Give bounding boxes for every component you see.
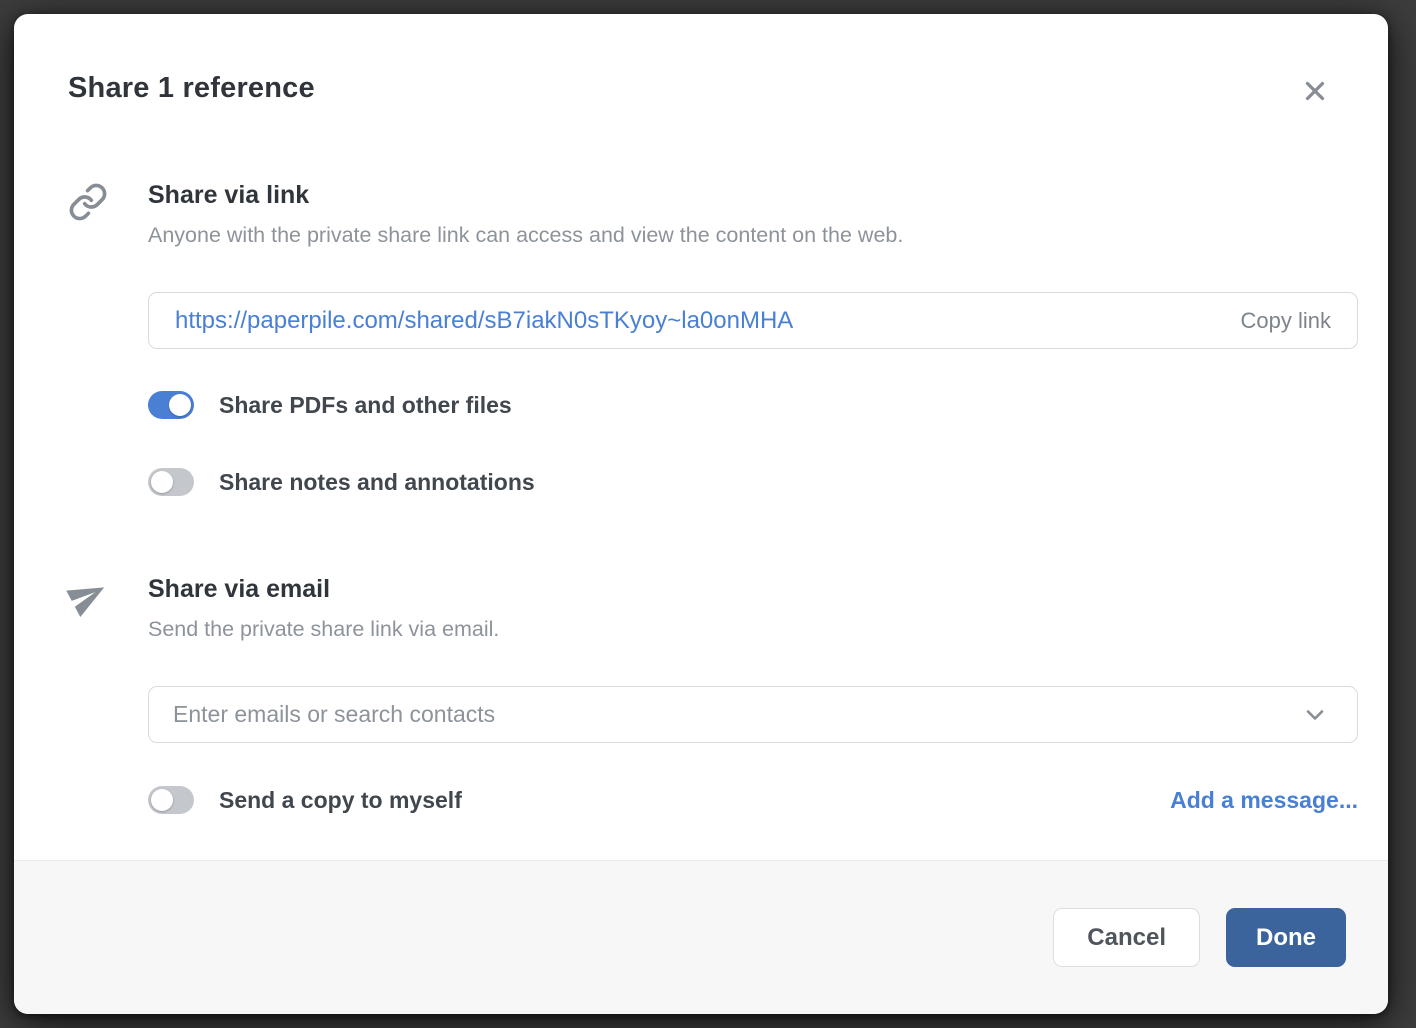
share-pdfs-toggle[interactable] (148, 391, 194, 419)
send-copy-toggle-row: Send a copy to myself Add a message... (148, 786, 1358, 814)
dialog-title: Share 1 reference (68, 72, 315, 105)
toggle-knob (151, 789, 173, 811)
share-pdfs-toggle-label: Share PDFs and other files (219, 392, 512, 419)
share-via-email-description: Send the private share link via email. (148, 615, 1358, 643)
toggle-knob (151, 471, 173, 493)
share-pdfs-toggle-row: Share PDFs and other files (148, 391, 1358, 419)
paper-plane-icon (68, 572, 148, 814)
share-via-email-content: Share via email Send the private share l… (148, 572, 1358, 814)
share-notes-toggle-label: Share notes and annotations (219, 469, 535, 496)
share-notes-toggle[interactable] (148, 468, 194, 496)
toggle-knob (169, 394, 191, 416)
share-link-field: https://paperpile.com/shared/sB7iakN0sTK… (148, 292, 1358, 349)
share-via-link-section: Share via link Anyone with the private s… (14, 178, 1388, 496)
share-notes-toggle-row: Share notes and annotations (148, 468, 1358, 496)
cancel-button[interactable]: Cancel (1053, 908, 1200, 967)
share-via-email-section: Share via email Send the private share l… (14, 572, 1388, 814)
share-link-url[interactable]: https://paperpile.com/shared/sB7iakN0sTK… (175, 307, 1221, 335)
done-button[interactable]: Done (1226, 908, 1346, 967)
dialog-body: Share 1 reference Share via link Anyone … (14, 14, 1388, 860)
chain-link-icon (68, 178, 148, 496)
send-copy-toggle-label: Send a copy to myself (219, 787, 462, 814)
share-via-link-heading: Share via link (148, 178, 1358, 212)
share-dialog: Share 1 reference Share via link Anyone … (14, 14, 1388, 1014)
share-via-link-description: Anyone with the private share link can a… (148, 221, 1358, 249)
send-copy-toggle[interactable] (148, 786, 194, 814)
share-via-email-heading: Share via email (148, 572, 1358, 606)
chevron-down-icon[interactable] (1297, 697, 1333, 733)
dialog-header: Share 1 reference (14, 14, 1388, 108)
dialog-footer: Cancel Done (14, 860, 1388, 1014)
copy-link-button[interactable]: Copy link (1221, 308, 1331, 334)
close-icon[interactable] (1298, 74, 1332, 108)
email-input[interactable] (173, 701, 1297, 728)
email-input-field (148, 686, 1358, 743)
add-message-link[interactable]: Add a message... (1170, 787, 1358, 814)
share-via-link-content: Share via link Anyone with the private s… (148, 178, 1358, 496)
